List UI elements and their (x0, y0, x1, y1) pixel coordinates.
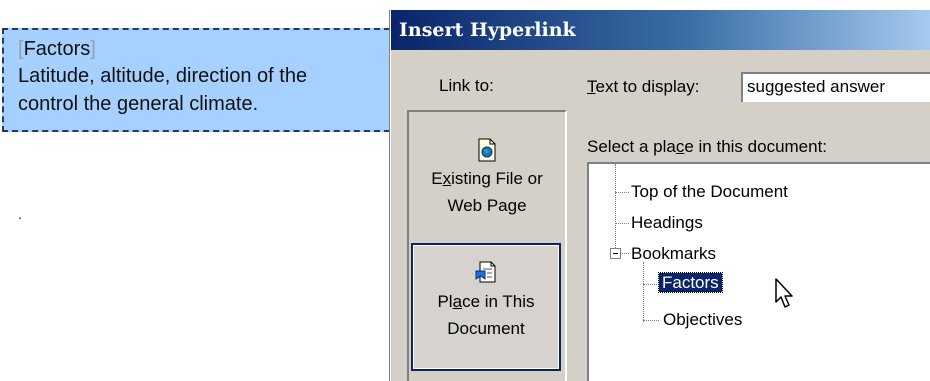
existing-file-label-line-1: Existing File or (431, 169, 543, 188)
link-to-label: Link to: (439, 76, 494, 95)
document-area: [Factors] Latitude, altitude, direction … (0, 0, 390, 381)
tree-guide-line (615, 164, 616, 250)
place-in-this-document-button[interactable]: Place in This Document (411, 243, 561, 371)
tree-guide-line (615, 192, 629, 193)
select-place-label: Select a place in this document: (587, 137, 828, 156)
text-to-display-label: Text to display: (587, 77, 700, 96)
mouse-pointer-icon (775, 278, 797, 310)
selected-textbox[interactable]: [Factors] Latitude, altitude, direction … (2, 28, 390, 132)
textbox-body-line-1: Latitude, altitude, direction of the (18, 65, 308, 87)
existing-file-or-web-page-button[interactable]: Existing File or Web Page (409, 138, 565, 219)
heading-text: Factors (23, 38, 91, 60)
document-places-tree[interactable]: Top of the Document Headings Bookmarks F… (587, 162, 930, 381)
text-to-display-input[interactable]: suggested answer (741, 72, 930, 102)
textbox-body-line-2: control the general climate. (18, 93, 259, 115)
selected-bookmark-label: Factors (658, 272, 723, 293)
this-document-label-line-1: Place in This (437, 292, 535, 311)
paragraph-mark: . (18, 206, 22, 222)
this-document-label-line-2: Document (447, 319, 525, 338)
textbox-heading: [Factors] (18, 38, 96, 61)
dialog-title: Insert Hyperlink (399, 19, 576, 41)
tree-guide-line (643, 284, 659, 285)
tree-item-bookmarks[interactable]: Bookmarks (631, 242, 716, 266)
tree-item-headings[interactable]: Headings (631, 211, 703, 235)
collapse-bookmarks-icon[interactable] (610, 248, 621, 259)
dialog-titlebar[interactable]: Insert Hyperlink (391, 10, 930, 50)
existing-file-label-line-2: Web Page (447, 196, 527, 215)
tree-guide-line (643, 262, 644, 322)
insert-hyperlink-dialog: Insert Hyperlink Link to: Existing File … (390, 10, 930, 381)
tree-guide-line (643, 320, 659, 321)
document-bookmark-icon (475, 261, 497, 285)
bookmark-end-marker: ] (90, 38, 96, 60)
document-globe-icon (476, 138, 498, 162)
tree-guide-line (615, 223, 629, 224)
tree-item-bookmark-objectives[interactable]: Objectives (663, 308, 742, 332)
tree-item-top-of-document[interactable]: Top of the Document (631, 180, 788, 204)
tree-item-bookmark-factors[interactable]: Factors (658, 271, 723, 295)
link-to-places-bar: Existing File or Web Page Place in This … (407, 110, 567, 381)
